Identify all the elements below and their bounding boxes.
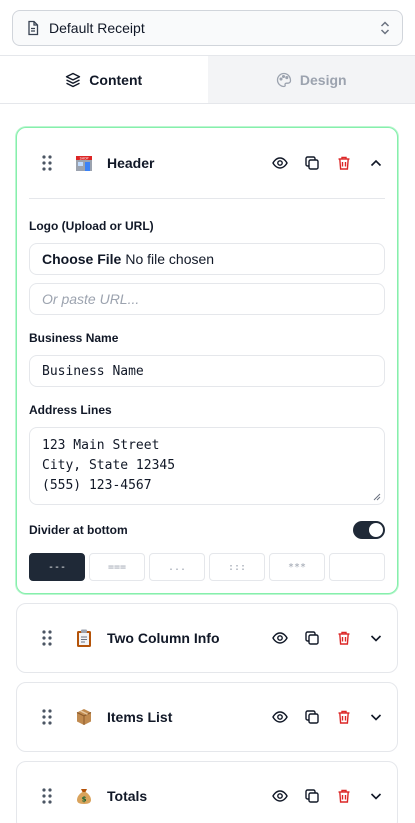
copy-icon (305, 710, 319, 724)
file-status: No file chosen (125, 251, 215, 267)
eye-icon (272, 790, 288, 802)
delete-button[interactable] (335, 708, 353, 726)
chevron-down-icon (370, 714, 382, 721)
address-line: (555) 123-4567 (42, 478, 152, 493)
visibility-button[interactable] (271, 708, 289, 726)
money-bag-emoji-icon: $ (73, 785, 95, 807)
section-title: Items List (107, 709, 173, 725)
section-header-row[interactable]: Two Column Info (17, 604, 397, 672)
trash-icon (338, 156, 350, 170)
divider-style-option[interactable] (329, 553, 385, 581)
divider-style-option[interactable]: ::: (209, 553, 265, 581)
visibility-button[interactable] (271, 629, 289, 647)
divider-label: Divider at bottom (29, 523, 128, 537)
section-header-row[interactable]: Items List (17, 683, 397, 751)
eye-icon (272, 711, 288, 723)
section-title: Two Column Info (107, 630, 220, 646)
drag-handle-icon[interactable] (41, 787, 53, 805)
trash-icon (338, 710, 350, 724)
logo-label: Logo (Upload or URL) (29, 219, 154, 233)
address-lines-textarea[interactable]: 123 Main Street City, State 12345 (555) … (29, 427, 385, 505)
address-line: City, State 12345 (42, 458, 176, 473)
copy-icon (305, 156, 319, 170)
document-icon (28, 20, 39, 36)
logo-file-input[interactable]: Choose File No file chosen (29, 243, 385, 275)
section-header-row[interactable]: SHOP Header (17, 128, 397, 198)
address-line: 123 Main Street (42, 438, 160, 453)
chevron-up-icon (370, 159, 382, 167)
editor-tabs: Content Design (0, 56, 415, 104)
chevron-down-icon (370, 793, 382, 800)
section-actions (271, 787, 385, 805)
delete-button[interactable] (335, 629, 353, 647)
section-header-row[interactable]: $ Totals (17, 762, 397, 823)
section-actions (271, 154, 385, 172)
divider-style-option[interactable]: --- (29, 553, 85, 581)
business-name-input[interactable]: Business Name (29, 355, 385, 387)
clipboard-emoji-icon (73, 627, 95, 649)
trash-icon (338, 631, 350, 645)
section-actions (271, 629, 385, 647)
chevron-down-icon (370, 635, 382, 642)
divider-style-option[interactable]: === (89, 553, 145, 581)
eye-icon (272, 632, 288, 644)
receipt-editor-panel: Default Receipt Content Design SHOP Head… (0, 0, 415, 823)
logo-url-placeholder: Or paste URL... (42, 291, 140, 307)
duplicate-button[interactable] (303, 787, 321, 805)
section-body: Logo (Upload or URL) Choose File No file… (29, 198, 385, 593)
package-emoji-icon (73, 706, 95, 728)
layers-icon (66, 72, 81, 87)
sections-list: SHOP Header Logo (Upload or URL) Choose … (16, 127, 398, 823)
section-card-header: SHOP Header Logo (Upload or URL) Choose … (16, 127, 398, 594)
visibility-button[interactable] (271, 154, 289, 172)
tab-content[interactable]: Content (0, 56, 208, 103)
delete-button[interactable] (335, 154, 353, 172)
tab-content-label: Content (89, 71, 143, 88)
svg-text:$: $ (82, 796, 87, 804)
business-name-value: Business Name (42, 363, 144, 379)
address-lines-label: Address Lines (29, 403, 112, 417)
trash-icon (338, 789, 350, 803)
drag-handle-icon[interactable] (41, 629, 53, 647)
eye-icon (272, 157, 288, 169)
delete-button[interactable] (335, 787, 353, 805)
collapse-button[interactable] (367, 154, 385, 172)
business-name-label: Business Name (29, 331, 119, 345)
drag-handle-icon[interactable] (41, 154, 53, 172)
expand-button[interactable] (367, 629, 385, 647)
template-select-value: Default Receipt (49, 20, 145, 36)
store-emoji-icon: SHOP (73, 152, 95, 174)
divider-toggle-row: Divider at bottom (29, 521, 385, 539)
template-select-wrapper: Default Receipt (0, 0, 415, 56)
chevron-up-down-icon (380, 21, 390, 35)
copy-icon (305, 789, 319, 803)
palette-icon (276, 72, 292, 87)
expand-button[interactable] (367, 708, 385, 726)
duplicate-button[interactable] (303, 629, 321, 647)
copy-icon (305, 631, 319, 645)
section-card-items-list: Items List (16, 682, 398, 752)
choose-file-button[interactable]: Choose File (42, 251, 121, 267)
logo-url-input[interactable]: Or paste URL... (29, 283, 385, 315)
section-title: Totals (107, 788, 148, 804)
resize-handle-icon[interactable] (373, 493, 381, 501)
duplicate-button[interactable] (303, 708, 321, 726)
divider-style-options: --- === ... ::: *** (29, 553, 385, 581)
section-title: Header (107, 155, 155, 171)
tab-design[interactable]: Design (207, 56, 415, 103)
divider-style-option[interactable]: ... (149, 553, 205, 581)
section-actions (271, 708, 385, 726)
drag-handle-icon[interactable] (41, 708, 53, 726)
template-select[interactable]: Default Receipt (12, 10, 403, 46)
duplicate-button[interactable] (303, 154, 321, 172)
expand-button[interactable] (367, 787, 385, 805)
visibility-button[interactable] (271, 787, 289, 805)
tab-design-label: Design (299, 71, 347, 88)
divider-toggle[interactable] (353, 521, 385, 539)
section-card-totals: $ Totals (16, 761, 398, 823)
section-card-two-column-info: Two Column Info (16, 603, 398, 673)
divider-style-option[interactable]: *** (269, 553, 325, 581)
svg-text:SHOP: SHOP (80, 156, 89, 160)
